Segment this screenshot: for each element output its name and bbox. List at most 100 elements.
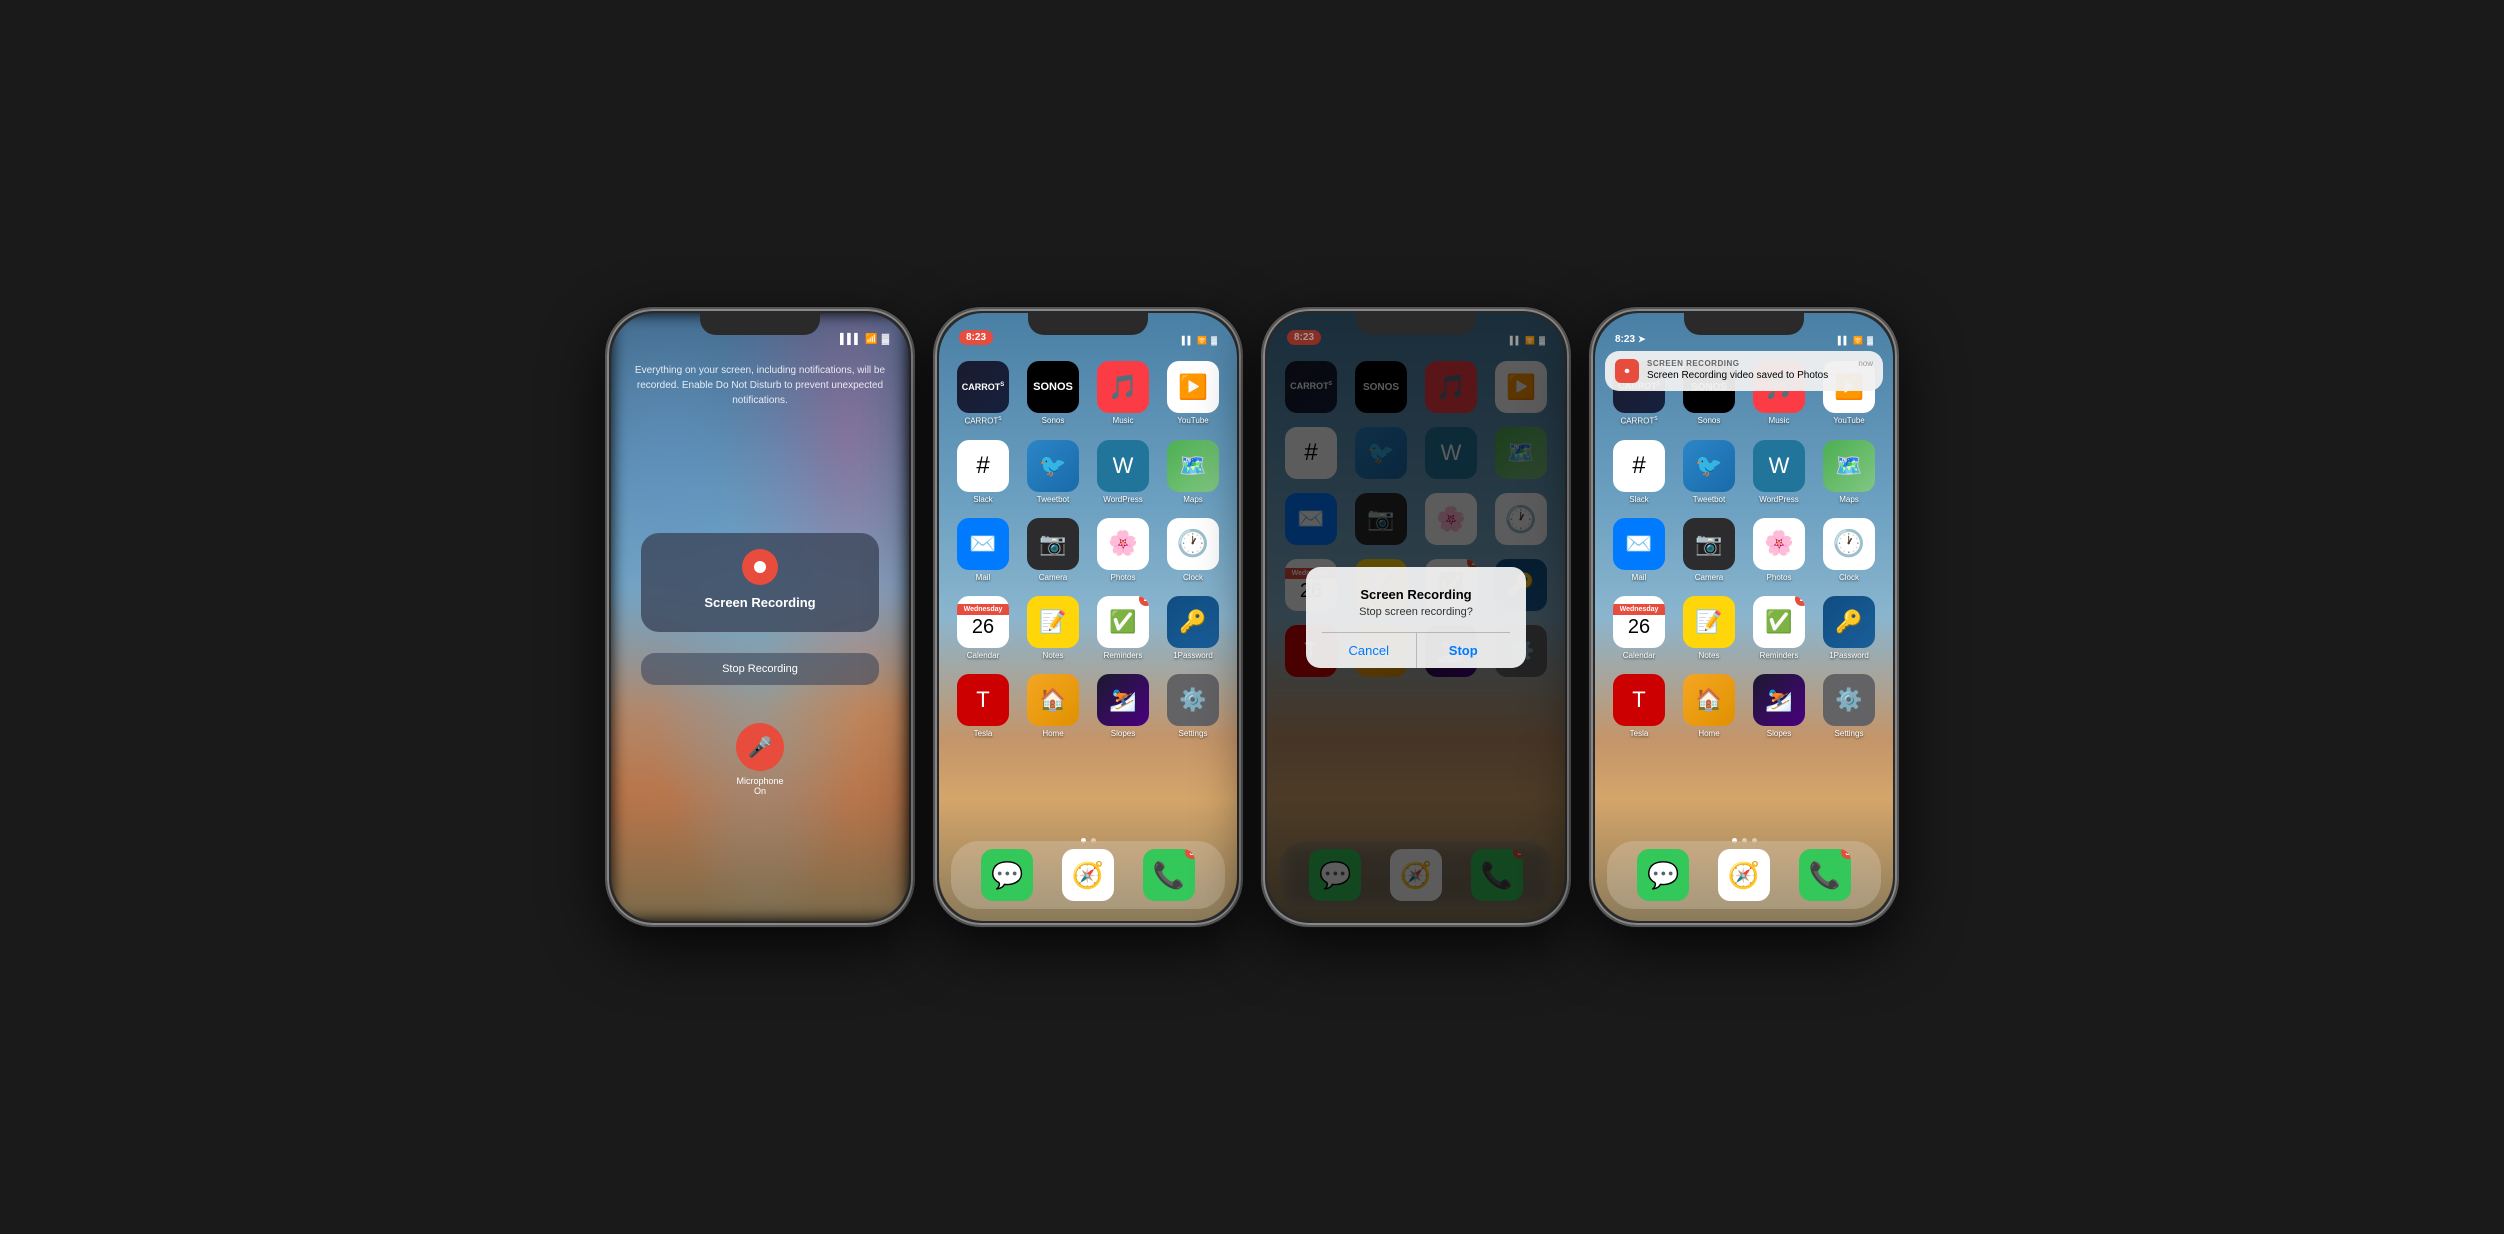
dock-messages-2[interactable]: 💬 <box>981 849 1033 901</box>
dialog-overlay-3: Screen Recording Stop screen recording? … <box>1267 313 1565 921</box>
app-home-4[interactable]: 🏠 Home <box>1681 674 1737 738</box>
settings-label-2: Settings <box>1179 729 1208 738</box>
calendar-icon-2: Wednesday 26 <box>957 596 1009 648</box>
music-icon-2: 🎵 <box>1097 361 1149 413</box>
app-calendar-4[interactable]: Wednesday 26 Calendar <box>1611 596 1667 660</box>
app-mail-4[interactable]: ✉️ Mail <box>1611 518 1667 582</box>
maps-label-2: Maps <box>1183 495 1203 504</box>
app-notes-2[interactable]: 📝 Notes <box>1025 596 1081 660</box>
photos-label-2: Photos <box>1111 573 1136 582</box>
iphone-1: ▌▌▌ 📶 ▓ Everything on your screen, inclu… <box>605 307 915 927</box>
clock-label-2: Clock <box>1183 573 1203 582</box>
notes-icon-2: 📝 <box>1027 596 1079 648</box>
app-camera-2[interactable]: 📷 Camera <box>1025 518 1081 582</box>
app-clock-4[interactable]: 🕐 Clock <box>1821 518 1877 582</box>
phone-badge-2: 3 <box>1185 849 1195 859</box>
reminders-badge-2: 2 <box>1139 596 1149 606</box>
notif-app-name-4: SCREEN RECORDING <box>1647 359 1739 368</box>
reminders-icon-2: ✅ 2 <box>1097 596 1149 648</box>
screen-recording-button[interactable]: Screen Recording <box>641 533 879 632</box>
dialog-message-3: Stop screen recording? <box>1322 606 1510 618</box>
battery-icon: ▓ <box>882 334 889 345</box>
mic-icon: 🎤 <box>736 723 784 771</box>
app-slopes-4[interactable]: ⛷️ Slopes <box>1751 674 1807 738</box>
status-icons-4: ▌▌ 🛜 ▓ <box>1838 336 1873 345</box>
dock-phone-2[interactable]: 📞 3 <box>1143 849 1195 901</box>
app-photos-4[interactable]: 🌸 Photos <box>1751 518 1807 582</box>
app-wordpress-4[interactable]: W WordPress <box>1751 440 1807 504</box>
dock-safari-4[interactable]: 🧭 <box>1718 849 1770 901</box>
app-photos-2[interactable]: 🌸 Photos <box>1095 518 1151 582</box>
app-clock-2[interactable]: 🕐 Clock <box>1165 518 1221 582</box>
app-mail-2[interactable]: ✉️ Mail <box>955 518 1011 582</box>
carrot-label-2: CARROTS <box>964 416 1001 426</box>
app-tesla-2[interactable]: T Tesla <box>955 674 1011 738</box>
notif-message-4: Screen Recording video saved to Photos <box>1647 370 1873 381</box>
safari-icon-2: 🧭 <box>1062 849 1114 901</box>
app-1password-4[interactable]: 🔑 1Password <box>1821 596 1877 660</box>
slack-label-2: Slack <box>973 495 993 504</box>
app-notes-4[interactable]: 📝 Notes <box>1681 596 1737 660</box>
app-maps-4[interactable]: 🗺️ Maps <box>1821 440 1877 504</box>
notch-1 <box>700 313 820 335</box>
app-home-2[interactable]: 🏠 Home <box>1025 674 1081 738</box>
app-settings-4[interactable]: ⚙️ Settings <box>1821 674 1877 738</box>
maps-icon-2: 🗺️ <box>1167 440 1219 492</box>
stop-recording-button[interactable]: Stop Recording <box>641 653 879 685</box>
dock-messages-4[interactable]: 💬 <box>1637 849 1689 901</box>
cal-day-2: 26 <box>972 615 994 639</box>
settings-icon-2: ⚙️ <box>1167 674 1219 726</box>
camera-icon-2: 📷 <box>1027 518 1079 570</box>
app-calendar-2[interactable]: Wednesday 26 Calendar <box>955 596 1011 660</box>
cc-info-text: Everything on your screen, including not… <box>631 363 889 408</box>
cal-header-2: Wednesday <box>957 604 1009 615</box>
notch-2 <box>1028 313 1148 335</box>
dialog-box-3: Screen Recording Stop screen recording? … <box>1306 567 1526 668</box>
app-tweetbot-2[interactable]: 🐦 Tweetbot <box>1025 440 1081 504</box>
app-tweetbot-4[interactable]: 🐦 Tweetbot <box>1681 440 1737 504</box>
dock-phone-4[interactable]: 📞 3 <box>1799 849 1851 901</box>
app-slack-4[interactable]: # Slack <box>1611 440 1667 504</box>
dialog-stop-button[interactable]: Stop <box>1417 633 1511 668</box>
app-reminders-4[interactable]: ✅ 2 Reminders <box>1751 596 1807 660</box>
app-camera-4[interactable]: 📷 Camera <box>1681 518 1737 582</box>
dialog-title-3: Screen Recording <box>1322 587 1510 602</box>
calendar-label-2: Calendar <box>967 651 999 660</box>
phone-icon-2: 📞 3 <box>1143 849 1195 901</box>
app-1password-2[interactable]: 🔑 1Password <box>1165 596 1221 660</box>
app-wordpress-2[interactable]: W WordPress <box>1095 440 1151 504</box>
app-settings-2[interactable]: ⚙️ Settings <box>1165 674 1221 738</box>
app-reminders-2[interactable]: ✅ 2 Reminders <box>1095 596 1151 660</box>
1password-icon-2: 🔑 <box>1167 596 1219 648</box>
app-slack-2[interactable]: # Slack <box>955 440 1011 504</box>
notification-banner-4[interactable]: ⏺ SCREEN RECORDING now Screen Recording … <box>1605 351 1883 391</box>
tesla-icon-2: T <box>957 674 1009 726</box>
app-music-2[interactable]: 🎵 Music <box>1095 361 1151 426</box>
notif-time-4: now <box>1858 359 1873 368</box>
tweetbot-label-2: Tweetbot <box>1037 495 1069 504</box>
app-maps-2[interactable]: 🗺️ Maps <box>1165 440 1221 504</box>
wordpress-icon-2: W <box>1097 440 1149 492</box>
dock-safari-2[interactable]: 🧭 <box>1062 849 1114 901</box>
notif-app-icon-4: ⏺ <box>1615 359 1639 383</box>
battery-icon-2: ▓ <box>1211 336 1217 345</box>
app-carrot-2[interactable]: CARROTS CARROTS <box>955 361 1011 426</box>
iphone-2: 8:23 ▌▌ 🛜 ▓ CARROTS CARROTS <box>933 307 1243 927</box>
notif-content-4: SCREEN RECORDING now Screen Recording vi… <box>1647 359 1873 381</box>
wordpress-label-2: WordPress <box>1103 495 1142 504</box>
microphone-button[interactable]: 🎤 MicrophoneOn <box>736 723 784 796</box>
notes-label-2: Notes <box>1043 651 1064 660</box>
dialog-cancel-button[interactable]: Cancel <box>1322 633 1417 668</box>
carrot-icon-2: CARROTS <box>957 361 1009 413</box>
app-sonos-2[interactable]: SONOS Sonos <box>1025 361 1081 426</box>
app-tesla-4[interactable]: T Tesla <box>1611 674 1667 738</box>
camera-label-2: Camera <box>1039 573 1067 582</box>
mail-label-2: Mail <box>976 573 991 582</box>
record-dot <box>754 561 766 573</box>
app-slopes-2[interactable]: ⛷️ Slopes <box>1095 674 1151 738</box>
slack-icon-2: # <box>957 440 1009 492</box>
clock-icon-2: 🕐 <box>1167 518 1219 570</box>
dialog-buttons-3: Cancel Stop <box>1322 632 1510 668</box>
app-youtube-2[interactable]: ▶️ YouTube <box>1165 361 1221 426</box>
status-time-2: 8:23 <box>959 330 993 345</box>
